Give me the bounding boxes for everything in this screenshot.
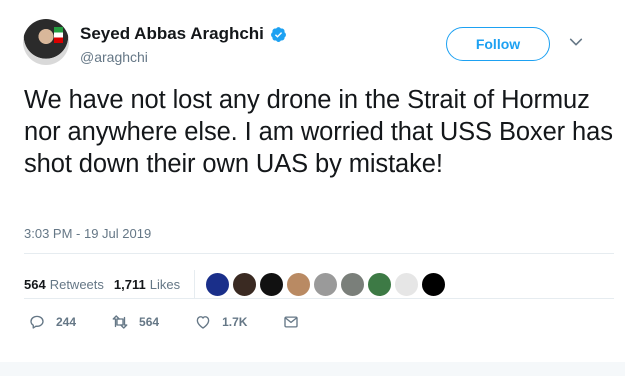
liker-avatars [205,271,448,297]
chevron-down-icon[interactable] [568,34,584,50]
tweet-timestamp[interactable]: 3:03 PM - 19 Jul 2019 [24,226,151,241]
liker-avatar-1[interactable] [205,271,231,297]
stats-separator [194,270,196,298]
likes-label: Likes [149,276,181,292]
liker-avatar-8[interactable] [394,271,420,297]
retweets-stat[interactable]: 564 Retweets [24,277,104,292]
verified-badge-icon [270,26,286,42]
reply-button[interactable]: 244 [28,313,76,331]
tweet-card: Seyed Abbas Araghchi @araghchi Follow We… [0,0,625,376]
divider-bottom [24,298,614,299]
iran-flag [54,27,63,43]
like-heart-icon [196,316,210,329]
retweets-count: 564 [24,276,46,292]
retweets-label: Retweets [49,276,104,292]
retweet-icon [112,315,128,329]
liker-avatar-3[interactable] [259,271,285,297]
liker-avatar-6[interactable] [340,271,366,297]
author-name[interactable]: Seyed Abbas Araghchi [80,24,264,44]
likes-count: 1,711 [113,276,146,292]
direct-message-button[interactable] [282,313,300,331]
liker-avatar-4[interactable] [286,271,312,297]
reply-icon [30,315,44,329]
liker-avatar-5[interactable] [313,271,339,297]
author-handle[interactable]: @araghchi [80,49,148,65]
liker-avatar-9[interactable] [421,271,447,297]
likes-stat[interactable]: 1,711 Likes [114,277,180,292]
tweet-text: We have not lost any drone in the Strait… [24,86,613,178]
follow-button[interactable]: Follow [446,27,550,61]
author-name-row: Seyed Abbas Araghchi [80,24,287,44]
card-footer-band [0,362,625,376]
tweet-actions: 244 564 1.7K [28,313,335,331]
retweet-button[interactable]: 564 [111,313,159,331]
author-avatar[interactable] [23,19,69,65]
direct-message-icon [284,316,299,328]
like-button[interactable]: 1.7K [194,313,247,331]
reply-count: 244 [56,315,77,329]
tweet-stats: 564 Retweets 1,711 Likes [24,270,448,298]
retweet-count: 564 [139,315,160,329]
divider-top [24,253,614,254]
liker-avatar-2[interactable] [232,271,258,297]
liker-avatar-7[interactable] [367,271,393,297]
like-count: 1.7K [222,315,248,329]
